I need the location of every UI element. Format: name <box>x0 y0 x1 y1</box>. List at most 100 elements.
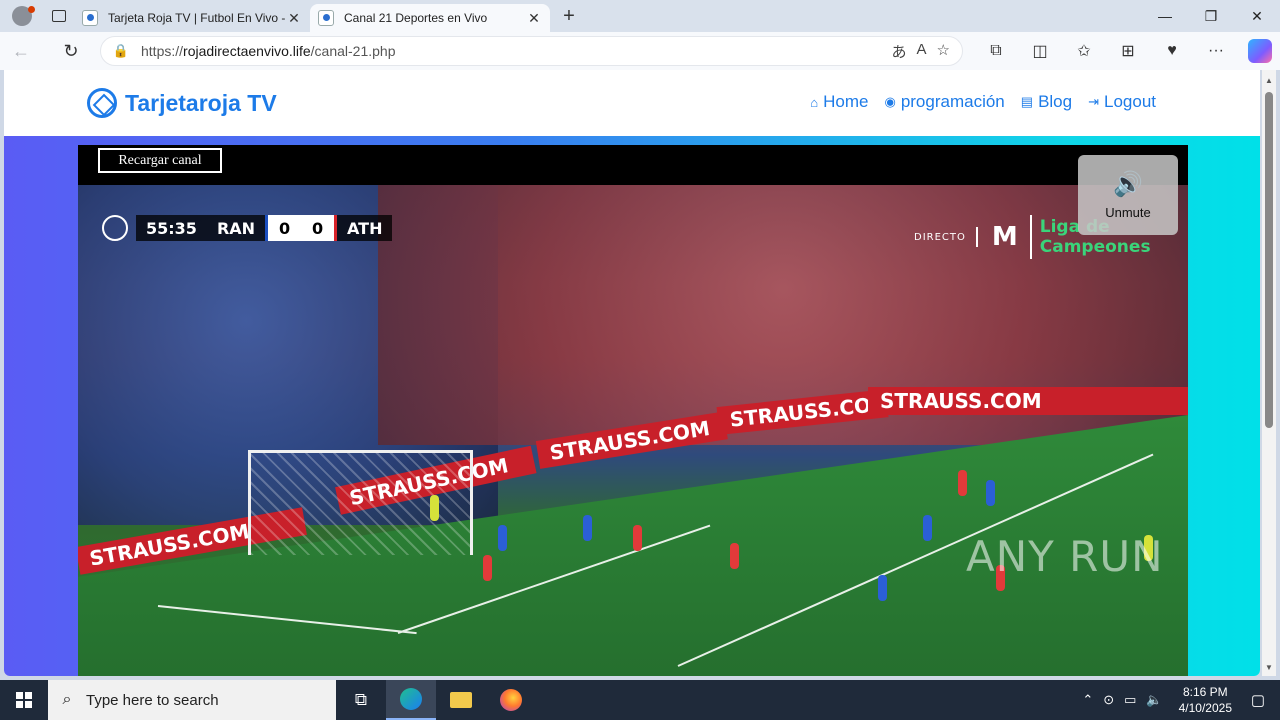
taskbar-search[interactable]: ⌕ Type here to search <box>48 680 336 720</box>
divider <box>975 227 978 247</box>
footballer <box>878 575 887 601</box>
system-clock[interactable]: 8:16 PM 4/10/2025 <box>1179 684 1232 716</box>
new-tab-button[interactable]: + <box>554 5 584 28</box>
gamepad-icon: ◉ <box>884 94 896 109</box>
notifications-button[interactable]: ▢ <box>1236 680 1280 720</box>
footballer <box>583 515 592 541</box>
logo-text: Tarjetaroja TV <box>125 89 277 116</box>
ad-board: STRAUSS.COM <box>535 411 728 469</box>
scroll-down-icon[interactable]: ▼ <box>1265 663 1273 672</box>
read-aloud-icon[interactable]: A <box>917 41 927 62</box>
close-tab-icon[interactable]: ✕ <box>286 10 302 27</box>
taskbar-file-explorer[interactable] <box>436 680 486 720</box>
browser-tab-canal-21[interactable]: Canal 21 Deportes en Vivo ✕ <box>310 4 550 32</box>
edge-icon <box>400 688 422 710</box>
clock-time: 8:16 PM <box>1182 685 1228 699</box>
folder-icon <box>450 692 472 708</box>
firefox-icon <box>500 689 522 711</box>
close-window-button[interactable]: ✕ <box>1234 0 1280 32</box>
site-header: Tarjetaroja TV ⌂ Home ◉ programación ▤ Blog… <box>4 70 1260 136</box>
nav-home[interactable]: ⌂ Home <box>810 92 868 112</box>
away-team: ATH <box>337 215 393 241</box>
nav-programacion[interactable]: ◉ programación <box>884 92 1004 112</box>
video-frame[interactable]: STRAUSS.COM STRAUSS.COM STRAUSS.COM STRA… <box>78 185 1188 676</box>
windows-logo-icon <box>16 692 32 708</box>
taskbar-edge[interactable] <box>386 680 436 720</box>
broadcaster-logo: M <box>991 222 1018 252</box>
tabs-icon <box>52 10 66 22</box>
newspaper-icon: ▤ <box>1020 94 1034 109</box>
away-score: 0 <box>301 215 338 241</box>
browser-toolbar: ← ↻ 🔒 https://rojadirectaenvivo.life/can… <box>0 32 1280 70</box>
page-viewport: Tarjetaroja TV ⌂ Home ◉ programación ▤ Blog… <box>4 70 1260 676</box>
back-button[interactable]: ← <box>0 32 42 70</box>
footballer <box>923 515 932 541</box>
show-hidden-icons-chevron-icon[interactable]: ⌃ <box>1082 692 1093 708</box>
footballer <box>633 525 642 551</box>
split-screen-icon[interactable]: ◫ <box>1018 41 1062 61</box>
video-player[interactable]: Recargar canal STRAUSS.COM STRAUSS.COM S… <box>78 145 1188 676</box>
refresh-button[interactable]: ↻ <box>50 32 92 70</box>
taskbar-firefox[interactable] <box>486 680 536 720</box>
unmute-label: Unmute <box>1105 205 1151 220</box>
minimize-button[interactable]: — <box>1142 0 1188 32</box>
site-favicon <box>82 10 98 26</box>
more-menu-icon[interactable]: ··· <box>1194 42 1238 60</box>
footballer <box>498 525 507 551</box>
scoreboard: 55:35 RAN 0 0 ATH <box>102 215 393 241</box>
network-icon[interactable]: ▭ <box>1124 692 1136 708</box>
system-tray: ⌃ ⊙ ▭ 🔈 8:16 PM 4/10/2025 <box>1082 680 1232 720</box>
collections-icon[interactable]: ⊞ <box>1106 41 1150 61</box>
live-label: DIRECTO <box>914 231 966 243</box>
logo-icon <box>87 88 117 118</box>
browser-tab-strip: Tarjeta Roja TV | Futbol En Vivo - G ✕ C… <box>0 0 1280 32</box>
site-favicon <box>318 10 334 26</box>
goal-net <box>248 450 473 555</box>
footballer <box>483 555 492 581</box>
address-bar[interactable]: 🔒 https://rojadirectaenvivo.life/canal-2… <box>100 36 963 66</box>
site-logo[interactable]: Tarjetaroja TV <box>87 88 277 118</box>
sign-out-icon: ⇥ <box>1088 94 1099 109</box>
browser-tab-tarjeta-roja[interactable]: Tarjeta Roja TV | Futbol En Vivo - G ✕ <box>74 4 310 32</box>
favorites-icon[interactable]: ✩ <box>1062 41 1106 61</box>
meet-now-icon[interactable]: ⊙ <box>1103 692 1114 708</box>
ad-board: STRAUSS.COM <box>868 387 1188 415</box>
performance-icon[interactable]: ♥ <box>1150 42 1194 60</box>
notification-icon: ▢ <box>1250 692 1266 709</box>
reload-channel-button[interactable]: Recargar canal <box>98 148 222 173</box>
footballer <box>730 543 739 569</box>
task-view-button[interactable]: ⧉ <box>336 680 386 720</box>
home-icon: ⌂ <box>810 94 819 110</box>
notification-dot <box>28 6 35 13</box>
nav-blog[interactable]: ▤ Blog <box>1021 92 1072 112</box>
scroll-up-icon[interactable]: ▲ <box>1265 76 1273 85</box>
translate-icon[interactable]: あ <box>892 41 907 62</box>
page-scrollbar[interactable]: ▲ ▼ <box>1262 70 1276 676</box>
footballer <box>986 480 995 506</box>
restore-button[interactable]: ❐ <box>1188 0 1234 32</box>
search-icon: ⌕ <box>62 691 72 708</box>
profile-button[interactable] <box>0 0 44 32</box>
start-button[interactable] <box>0 680 48 720</box>
windows-taskbar: ⌕ Type here to search ⧉ ⌃ ⊙ ▭ 🔈 8:16 PM … <box>0 680 1280 720</box>
copilot-icon[interactable] <box>1248 39 1272 63</box>
unmute-button[interactable]: 🔊 Unmute <box>1078 155 1178 235</box>
anyrun-watermark: ANY RUN <box>966 532 1164 581</box>
match-clock: 55:35 <box>136 215 207 241</box>
tab-actions-button[interactable] <box>44 0 74 32</box>
footballer <box>958 470 967 496</box>
favorite-star-icon[interactable]: ☆ <box>937 41 950 62</box>
url-text[interactable]: https://rojadirectaenvivo.life/canal-21.… <box>141 43 892 59</box>
extensions-icon[interactable]: ⧉ <box>974 42 1018 60</box>
player-section: Recargar canal STRAUSS.COM STRAUSS.COM S… <box>4 136 1260 676</box>
close-tab-icon[interactable]: ✕ <box>526 10 542 27</box>
lock-icon[interactable]: 🔒 <box>101 43 141 59</box>
speaker-icon: 🔊 <box>1113 171 1143 198</box>
toolbar-right-icons: ⧉ ◫ ✩ ⊞ ♥ ··· <box>974 32 1272 70</box>
nav-logout[interactable]: ⇥ Logout <box>1088 92 1156 112</box>
tab-title: Tarjeta Roja TV | Futbol En Vivo - G <box>108 11 286 25</box>
clock-date: 4/10/2025 <box>1178 701 1232 715</box>
search-placeholder: Type here to search <box>86 691 219 709</box>
volume-icon[interactable]: 🔈 <box>1146 692 1162 708</box>
scroll-thumb[interactable] <box>1265 92 1273 428</box>
